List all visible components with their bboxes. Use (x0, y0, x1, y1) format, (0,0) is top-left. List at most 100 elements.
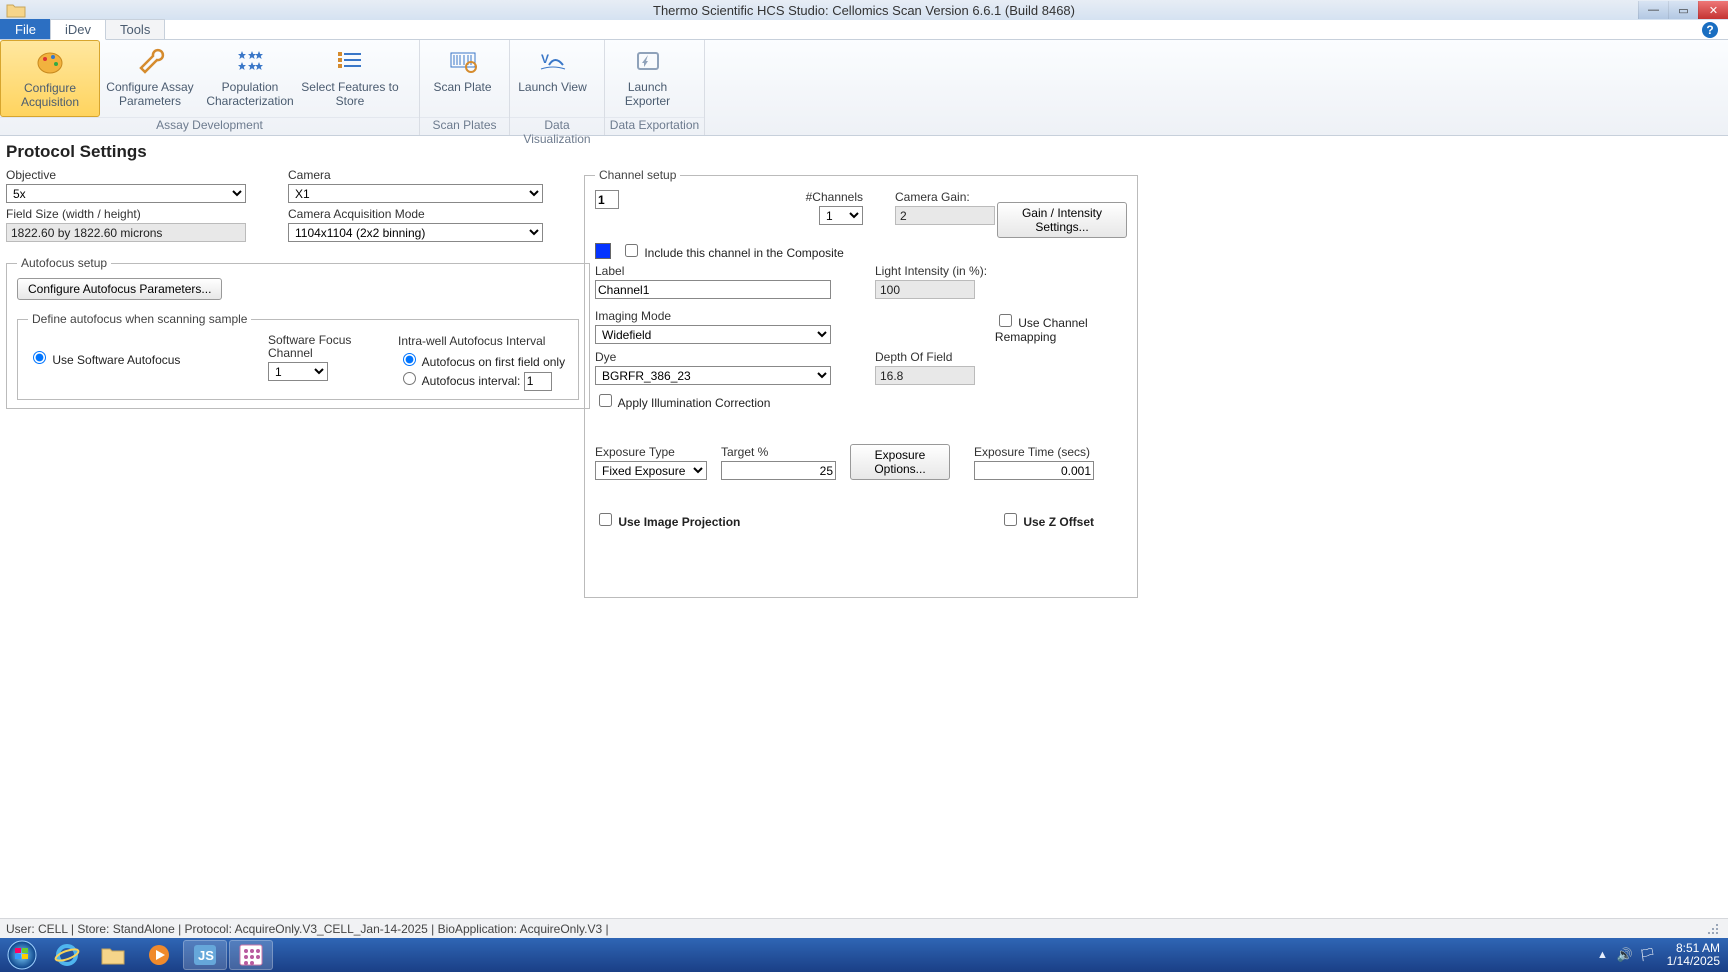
imaging-mode-label: Imaging Mode (595, 309, 831, 323)
exposure-time-label: Exposure Time (secs) (974, 445, 1094, 459)
population-characterization-button[interactable]: Population Characterization (200, 40, 300, 117)
tab-idev[interactable]: iDev (50, 19, 106, 40)
taskbar-ie[interactable] (45, 940, 89, 970)
status-text: User: CELL | Store: StandAlone | Protoco… (6, 922, 609, 936)
use-image-projection-checkbox[interactable]: Use Image Projection (595, 510, 1000, 529)
launch-view-label: Launch View (518, 80, 587, 94)
palette-icon (35, 47, 65, 77)
autofocus-interval-radio[interactable]: Autofocus interval: (398, 374, 520, 388)
population-characterization-label: Population Characterization (200, 80, 300, 108)
barcode-icon (449, 46, 477, 76)
ribbon-group-viz-label: Data Visualization (510, 117, 604, 135)
use-software-autofocus-radio[interactable]: Use Software Autofocus (28, 353, 180, 367)
start-button[interactable] (0, 938, 44, 972)
clock-date: 1/14/2025 (1667, 955, 1720, 968)
objective-select[interactable]: 5x (6, 184, 246, 203)
apply-illumination-checkbox[interactable]: Apply Illumination Correction (595, 391, 1127, 410)
exposure-type-label: Exposure Type (595, 445, 707, 459)
camera-label: Camera (288, 168, 543, 182)
tab-file[interactable]: File (0, 19, 51, 39)
channel-index-input[interactable] (595, 190, 619, 209)
window-title: Thermo Scientific HCS Studio: Cellomics … (653, 3, 1075, 18)
launch-exporter-label: Launch Exporter (605, 80, 690, 108)
taskbar-media-player[interactable] (137, 940, 181, 970)
dye-label: Dye (595, 350, 835, 364)
close-button[interactable]: ✕ (1698, 1, 1728, 19)
objective-label: Objective (6, 168, 246, 182)
ribbon-group-scan-label: Scan Plates (420, 117, 509, 135)
channel-label-input[interactable] (595, 280, 831, 299)
software-focus-channel-label: Software Focus Channel (268, 334, 368, 360)
page-title: Protocol Settings (6, 142, 1722, 162)
target-percent-input[interactable] (721, 461, 836, 480)
software-focus-channel-select[interactable]: 1 (268, 362, 328, 381)
configure-assay-button[interactable]: Configure Assay Parameters (100, 40, 200, 117)
select-features-button[interactable]: Select Features to Store (300, 40, 400, 117)
camera-gain-label: Camera Gain: (895, 190, 985, 204)
view-icon: V (539, 46, 567, 76)
imaging-mode-select[interactable]: Widefield (595, 325, 831, 344)
gain-intensity-button[interactable]: Gain / Intensity Settings... (997, 202, 1127, 238)
taskbar-app-js[interactable]: JS (183, 940, 227, 970)
channel-setup-legend: Channel setup (595, 168, 680, 182)
tray-overflow-icon[interactable]: ▲ (1597, 949, 1608, 961)
light-intensity-value: 100 (875, 280, 975, 299)
define-autofocus-group: Define autofocus when scanning sample Us… (17, 312, 579, 400)
launch-exporter-button[interactable]: Launch Exporter (605, 40, 690, 117)
field-size-label: Field Size (width / height) (6, 207, 246, 221)
volume-icon[interactable]: 🔊 (1617, 947, 1633, 963)
help-icon[interactable]: ? (1702, 22, 1718, 38)
configure-assay-label: Configure Assay Parameters (100, 80, 200, 108)
taskbar: JS ▲ 🔊 🏳 8:51 AM 1/14/2025 (0, 938, 1728, 972)
maximize-button[interactable]: ▭ (1668, 1, 1698, 19)
autofocus-legend: Autofocus setup (17, 256, 111, 270)
field-size-value: 1822.60 by 1822.60 microns (6, 223, 246, 242)
taskbar-app-hcs[interactable] (229, 940, 273, 970)
light-intensity-label: Light Intensity (in %): (875, 264, 987, 278)
cam-mode-select[interactable]: 1104x1104 (2x2 binning) (288, 223, 543, 242)
exposure-type-select[interactable]: Fixed Exposure Time (595, 461, 707, 480)
tab-tools[interactable]: Tools (105, 19, 165, 39)
action-center-icon[interactable]: 🏳 (1639, 947, 1656, 963)
autofocus-setup-group: Autofocus setup Configure Autofocus Para… (6, 256, 590, 409)
scan-plate-button[interactable]: Scan Plate (420, 40, 505, 117)
taskbar-explorer[interactable] (91, 940, 135, 970)
autofocus-interval-input[interactable] (524, 372, 552, 391)
svg-text:JS: JS (198, 948, 214, 963)
use-z-offset-checkbox[interactable]: Use Z Offset (1000, 510, 1094, 529)
depth-of-field-value: 16.8 (875, 366, 975, 385)
exposure-options-button[interactable]: Exposure Options... (850, 444, 950, 480)
target-percent-label: Target % (721, 445, 836, 459)
app-icon (0, 0, 35, 20)
content-area: Protocol Settings Objective 5x Field Siz… (0, 136, 1728, 602)
resize-grip-icon (1704, 920, 1722, 938)
intra-well-autofocus-label: Intra-well Autofocus Interval (398, 334, 568, 348)
exposure-time-input[interactable] (974, 461, 1094, 480)
autofocus-first-field-radio[interactable]: Autofocus on first field only (398, 355, 565, 369)
use-channel-remapping-checkbox[interactable]: Use Channel Remapping (995, 311, 1127, 344)
configure-acquisition-label: Configure Acquisition (1, 81, 99, 109)
depth-of-field-label: Depth Of Field (875, 350, 975, 364)
stars-icon (235, 46, 265, 76)
channel-color-swatch[interactable] (595, 243, 611, 259)
window-titlebar: Thermo Scientific HCS Studio: Cellomics … (0, 0, 1728, 20)
camera-select[interactable]: X1 (288, 184, 543, 203)
configure-acquisition-button[interactable]: Configure Acquisition (0, 40, 100, 117)
ribbon-group-export-label: Data Exportation (605, 117, 704, 135)
export-icon (634, 46, 662, 76)
taskbar-clock[interactable]: 8:51 AM 1/14/2025 (1659, 942, 1720, 968)
include-composite-checkbox[interactable]: Include this channel in the Composite (621, 241, 844, 260)
camera-gain-value: 2 (895, 206, 995, 225)
ribbon-group-assay-label: Assay Development (0, 117, 419, 135)
launch-view-button[interactable]: V Launch View (510, 40, 595, 117)
wrench-icon (135, 46, 165, 76)
num-channels-select[interactable]: 1 (819, 206, 863, 225)
system-tray: ▲ 🔊 🏳 8:51 AM 1/14/2025 (1597, 942, 1728, 968)
status-bar: User: CELL | Store: StandAlone | Protoco… (0, 918, 1728, 938)
list-icon (335, 46, 365, 76)
select-features-label: Select Features to Store (300, 80, 400, 108)
minimize-button[interactable]: — (1638, 1, 1668, 19)
configure-autofocus-button[interactable]: Configure Autofocus Parameters... (17, 278, 222, 300)
dye-select[interactable]: BGRFR_386_23 (595, 366, 831, 385)
channel-label-label: Label (595, 264, 835, 278)
